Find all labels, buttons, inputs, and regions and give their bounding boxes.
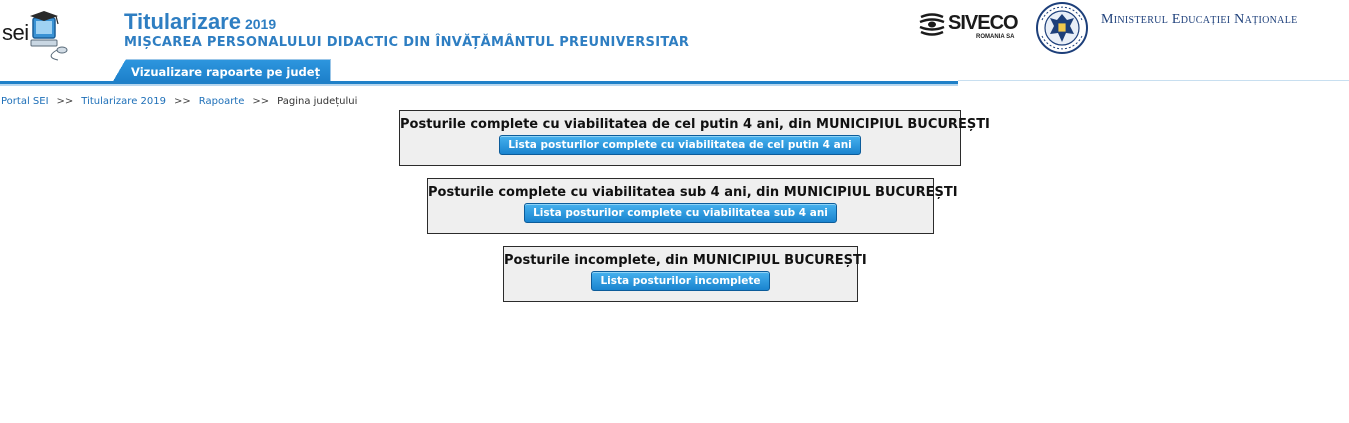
computer-icon [30, 11, 68, 61]
breadcrumb-separator: >> [173, 96, 191, 107]
sei-logo[interactable]: sei [0, 8, 76, 61]
lista-posturi-incomplete-button[interactable]: Lista posturilor incomplete [591, 271, 770, 291]
breadcrumb-link-rapoarte[interactable]: Rapoarte [199, 96, 245, 107]
breadcrumb-separator: >> [56, 96, 74, 107]
sei-logo-text: sei [2, 20, 29, 45]
guvernul-romaniei-seal-icon[interactable] [1034, 2, 1090, 54]
report-panel-title: Posturile complete cu viabilitatea sub 4… [428, 185, 958, 200]
nav-rule-shadow [0, 84, 958, 86]
lista-posturi-viabilitate-min-4-ani-button[interactable]: Lista posturilor complete cu viabilitate… [499, 135, 861, 155]
page: sei Titularizare 2019 MIȘCAREA PERSONALUL… [0, 0, 1349, 423]
breadcrumb-link-titularizare[interactable]: Titularizare 2019 [81, 96, 166, 107]
siveco-word: SIVECO [948, 12, 1019, 34]
report-panel-viabilitate-sub-4-ani: Posturile complete cu viabilitatea sub 4… [427, 178, 958, 234]
breadcrumb-current: Pagina județului [277, 96, 358, 107]
report-panel-viabilitate-min-4-ani: Posturile complete cu viabilitatea de ce… [399, 110, 990, 166]
app-name: Titularizare [124, 9, 241, 34]
report-panel-title: Posturile incomplete, din MUNICIPIUL BUC… [504, 253, 867, 268]
report-panel-posturi-incomplete: Posturile incomplete, din MUNICIPIUL BUC… [503, 246, 867, 302]
tab-vizualizare-rapoarte[interactable]: Vizualizare rapoarte pe județ [112, 59, 332, 83]
app-year: 2019 [244, 16, 277, 32]
app-title: Titularizare 2019 [124, 9, 276, 35]
ministry-name: Ministerul Educației Naționale [1101, 12, 1298, 27]
breadcrumb: Portal SEI >> Titularizare 2019 >> Rapoarte >… [1, 96, 357, 107]
breadcrumb-link-portal-sei[interactable]: Portal SEI [1, 96, 49, 107]
siveco-rings-icon [919, 13, 945, 36]
app-subtitle: MIȘCAREA PERSONALULUI DIDACTIC DIN ÎNVĂȚ… [124, 35, 690, 50]
nav-rule-right [958, 80, 1349, 81]
breadcrumb-separator: >> [252, 96, 270, 107]
report-panel-title: Posturile complete cu viabilitatea de ce… [400, 117, 990, 132]
lista-posturi-viabilitate-sub-4-ani-button[interactable]: Lista posturilor complete cu viabilitate… [524, 203, 837, 223]
siveco-sub: ROMANIA SA [976, 34, 1015, 40]
siveco-logo[interactable]: SIVECO ROMANIA SA [918, 10, 1028, 42]
